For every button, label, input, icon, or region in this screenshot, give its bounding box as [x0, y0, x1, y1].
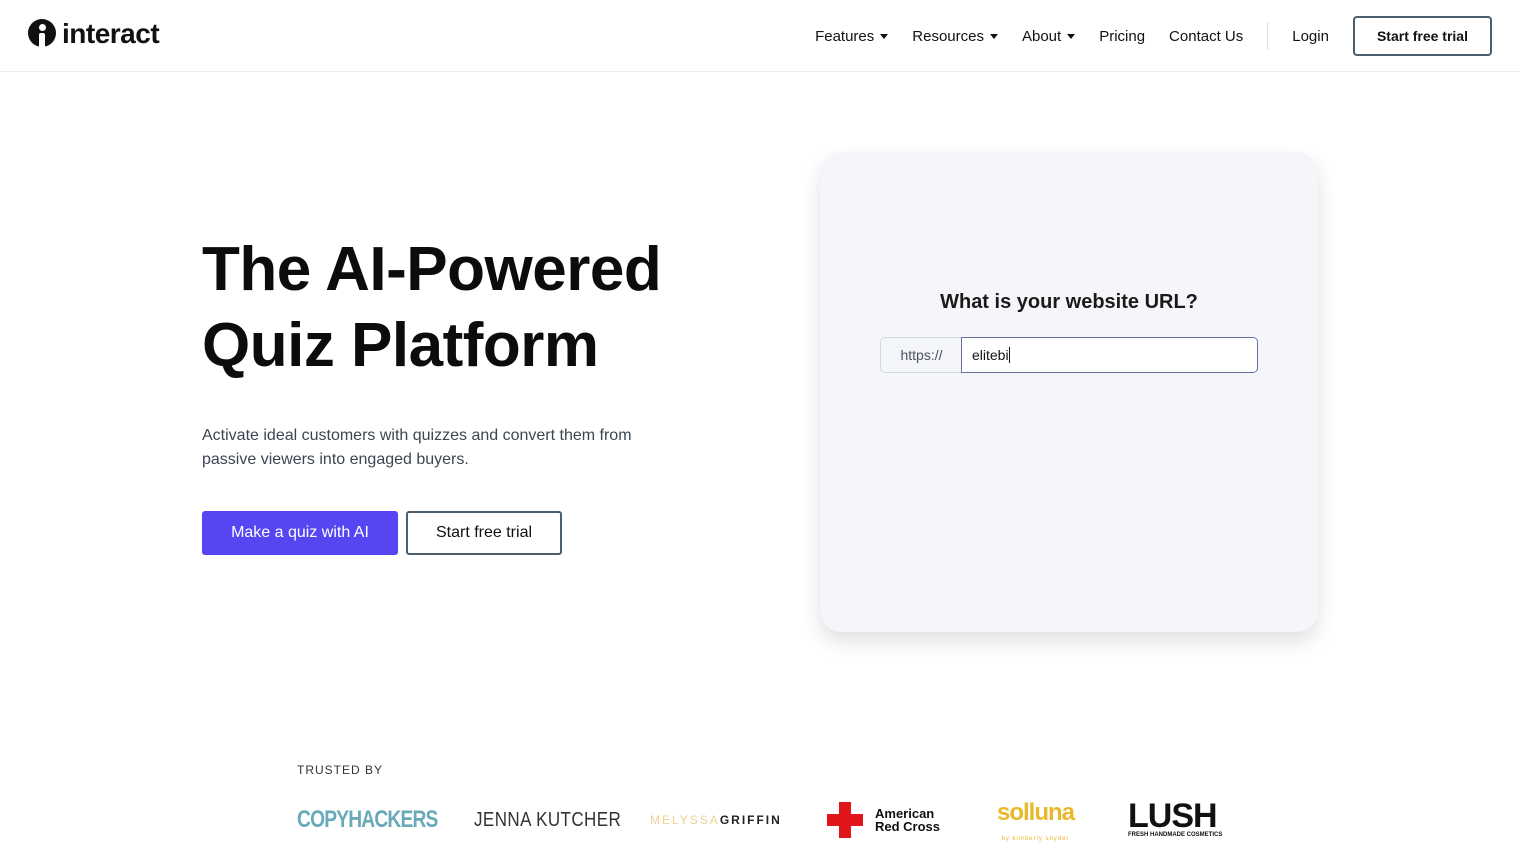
- lush-logo: LUSH FRESH HANDMADE COSMETICS: [1128, 797, 1223, 840]
- logo-text: solluna: [997, 799, 1075, 826]
- url-prefix: https://: [880, 337, 962, 373]
- site-header: interact Features Resources About Pricin…: [0, 0, 1520, 72]
- login-link[interactable]: Login: [1292, 28, 1329, 45]
- logo-text: MELYSSA: [650, 813, 720, 827]
- copyhackers-logo: COPYHACKERS: [297, 806, 438, 833]
- hero-title: The AI-Powered Quiz Platform: [202, 232, 662, 384]
- logo-subtext: FRESH HANDMADE COSMETICS: [1128, 832, 1223, 838]
- header-start-trial-button[interactable]: Start free trial: [1352, 16, 1492, 56]
- nav-contact[interactable]: Contact Us: [1169, 28, 1243, 45]
- logo-subtext: by kimberly snyder: [1001, 836, 1070, 842]
- nav-label: Features: [815, 27, 875, 45]
- melyssa-griffin-logo: MELYSSA GRIFFIN: [650, 800, 782, 840]
- logo[interactable]: interact: [28, 17, 160, 51]
- solluna-logo: solluna by kimberly snyder: [997, 799, 1075, 843]
- client-logos: COPYHACKERS JENNA KUTCHER MELYSSA GRIFFIN…: [297, 797, 1227, 843]
- jenna-kutcher-logo: JENNA KUTCHER: [474, 808, 622, 831]
- nav-features[interactable]: Features: [815, 27, 889, 45]
- text-cursor: [1008, 347, 1010, 363]
- trusted-by-label: TRUSTED BY: [297, 763, 384, 777]
- website-url-input[interactable]: elitebi: [961, 337, 1258, 373]
- nav-label: About: [1021, 27, 1062, 45]
- caret-down-icon: [1067, 33, 1076, 39]
- nav-pricing[interactable]: Pricing: [1099, 28, 1145, 45]
- logo-text: interact: [62, 18, 160, 49]
- caret-down-icon: [989, 33, 998, 39]
- logo-text: GRIFFIN: [719, 813, 782, 827]
- hero-title-line2: Quiz Platform: [202, 311, 599, 380]
- red-cross-icon: [827, 802, 863, 838]
- nav-divider: [1267, 22, 1269, 50]
- url-card: What is your website URL? https:// elite…: [820, 152, 1318, 632]
- nav-label: Resources: [912, 27, 984, 45]
- hero-subtitle: Activate ideal customers with quizzes an…: [202, 427, 632, 468]
- red-cross-logo: American Red Cross: [827, 800, 940, 840]
- main-nav: Features Resources About Pricing Contact…: [791, 0, 1492, 72]
- nav-about[interactable]: About: [1021, 27, 1076, 45]
- start-free-trial-button[interactable]: Start free trial: [406, 511, 562, 555]
- logo-text: Red Cross: [875, 819, 941, 834]
- url-question: What is your website URL?: [940, 291, 1198, 313]
- hero-title-line1: The AI-Powered: [202, 235, 662, 304]
- logo-text: LUSH: [1128, 797, 1218, 835]
- nav-resources[interactable]: Resources: [912, 28, 998, 45]
- logo-mark-icon: [28, 17, 58, 51]
- url-value: elitebi: [972, 347, 1009, 363]
- caret-down-icon: [880, 33, 889, 39]
- make-quiz-ai-button[interactable]: Make a quiz with AI: [202, 511, 398, 555]
